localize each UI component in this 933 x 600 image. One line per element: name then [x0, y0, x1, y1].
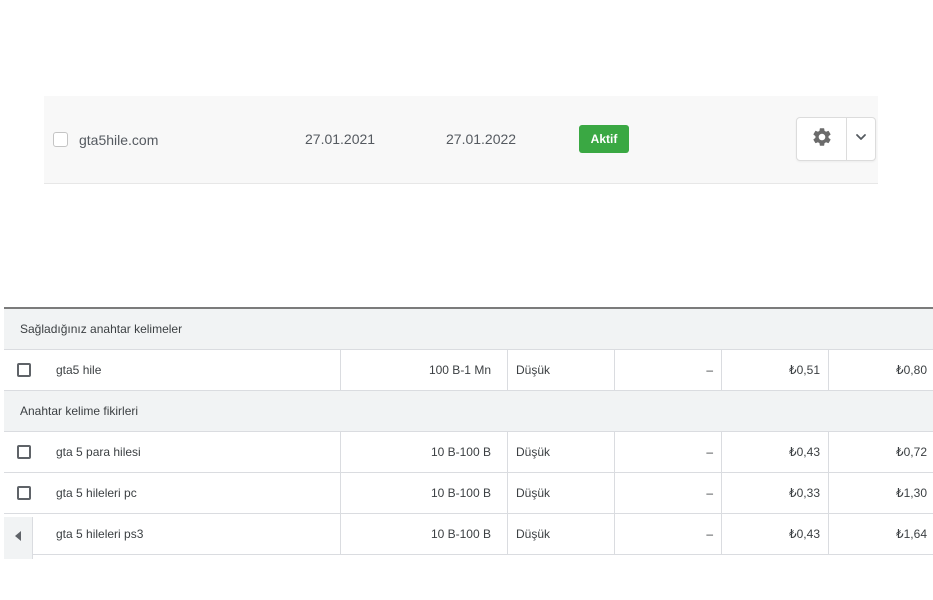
- bid-low-cell: ₺0,43: [721, 514, 828, 554]
- keyword-table: Sağladığınız anahtar kelimeler gta5 hile…: [4, 307, 933, 559]
- chevron-down-icon: [854, 130, 868, 149]
- bid-low-cell: ₺0,43: [721, 432, 828, 472]
- competition-cell: Düşük: [507, 514, 614, 554]
- table-row: gta 5 hileleri ps3 10 B-100 B Düşük – ₺0…: [4, 514, 933, 555]
- bid-high-cell: ₺1,64: [828, 514, 933, 554]
- section-header-ideas: Anahtar kelime fikirleri: [4, 391, 933, 432]
- competition-cell: Düşük: [507, 350, 614, 390]
- table-row: gta 5 para hilesi 10 B-100 B Düşük – ₺0,…: [4, 432, 933, 473]
- domain-actions: [796, 117, 876, 161]
- domain-start-date: 27.01.2021: [305, 131, 376, 147]
- table-row: gta5 hile 100 B-1 Mn Düşük – ₺0,51 ₺0,80: [4, 350, 933, 391]
- arrow-left-icon: [13, 529, 23, 547]
- domain-end-date: 27.01.2022: [446, 131, 517, 147]
- keyword-cell: gta 5 hileleri pc: [56, 486, 137, 500]
- domain-name[interactable]: gta5hile.com: [79, 132, 158, 148]
- bid-low-cell: ₺0,33: [721, 473, 828, 513]
- volume-cell: 10 B-100 B: [340, 432, 507, 472]
- impression-share-cell: –: [614, 514, 721, 554]
- keyword-cell: gta 5 para hilesi: [56, 445, 141, 459]
- competition-cell: Düşük: [507, 473, 614, 513]
- competition-cell: Düşük: [507, 432, 614, 472]
- page: gta5hile.com 27.01.2021 27.01.2022 Aktif: [0, 0, 933, 600]
- volume-cell: 10 B-100 B: [340, 514, 507, 554]
- bid-high-cell: ₺0,72: [828, 432, 933, 472]
- table-row: gta 5 hileleri pc 10 B-100 B Düşük – ₺0,…: [4, 473, 933, 514]
- gear-icon: [811, 126, 833, 153]
- keyword-cell: gta5 hile: [56, 363, 102, 377]
- status-badge: Aktif: [579, 125, 629, 153]
- volume-cell: 100 B-1 Mn: [340, 350, 507, 390]
- impression-share-cell: –: [614, 432, 721, 472]
- domain-checkbox[interactable]: [53, 132, 68, 147]
- scroll-left-button[interactable]: [4, 517, 33, 559]
- settings-button[interactable]: [797, 118, 847, 160]
- keyword-cell: gta 5 hileleri ps3: [56, 527, 144, 541]
- expand-button[interactable]: [847, 118, 875, 160]
- impression-share-cell: –: [614, 473, 721, 513]
- bid-high-cell: ₺1,30: [828, 473, 933, 513]
- row-checkbox[interactable]: [17, 486, 31, 500]
- row-checkbox[interactable]: [17, 363, 31, 377]
- domain-row: gta5hile.com 27.01.2021 27.01.2022 Aktif: [44, 96, 878, 184]
- row-checkbox[interactable]: [17, 445, 31, 459]
- impression-share-cell: –: [614, 350, 721, 390]
- bid-high-cell: ₺0,80: [828, 350, 933, 390]
- bid-low-cell: ₺0,51: [721, 350, 828, 390]
- volume-cell: 10 B-100 B: [340, 473, 507, 513]
- section-header-provided: Sağladığınız anahtar kelimeler: [4, 309, 933, 350]
